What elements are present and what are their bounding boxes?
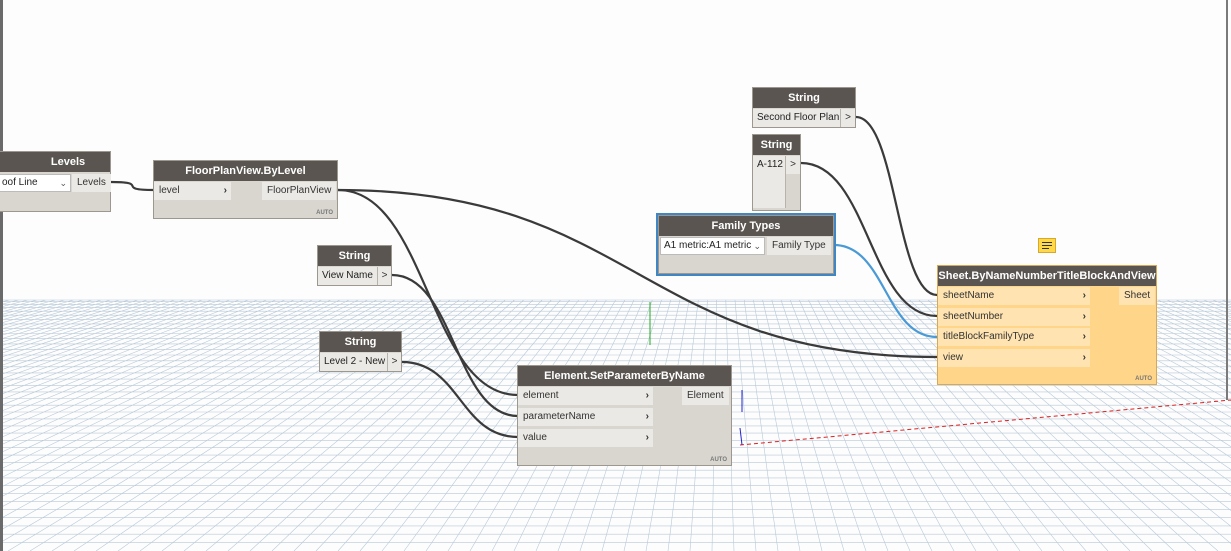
- chevron-right-icon: ›: [1082, 290, 1086, 301]
- output-port[interactable]: >: [378, 267, 391, 285]
- scrollbar[interactable]: [1226, 0, 1228, 400]
- chevron-right-icon: ›: [1082, 311, 1086, 322]
- output-port[interactable]: >: [388, 353, 401, 371]
- port-label: element: [523, 390, 559, 401]
- output-port-element[interactable]: Element: [682, 387, 729, 405]
- string-node-level2[interactable]: String Level 2 - New >: [319, 331, 402, 372]
- input-port-value[interactable]: value ›: [518, 429, 653, 447]
- input-port-level[interactable]: level ›: [154, 182, 231, 200]
- chevron-right-icon: ›: [645, 432, 649, 443]
- family-types-node-title: Family Types: [659, 216, 833, 236]
- input-port-titleblockfamilytype[interactable]: titleBlockFamilyType ›: [938, 328, 1090, 346]
- input-port-element[interactable]: element ›: [518, 387, 653, 405]
- input-port-view[interactable]: view ›: [938, 349, 1090, 367]
- string-input-field[interactable]: View Name: [318, 267, 378, 285]
- string-node-title: String: [320, 332, 401, 352]
- levels-dropdown-value: oof Line: [2, 177, 38, 188]
- input-port-sheetnumber[interactable]: sheetNumber ›: [938, 308, 1090, 326]
- sheet-node-title: Sheet.ByNameNumberTitleBlockAndView: [938, 266, 1156, 286]
- chevron-down-icon: ⌄: [753, 241, 761, 251]
- output-port[interactable]: >: [841, 109, 855, 127]
- lacing-label: AUTO: [1135, 376, 1152, 382]
- floorplan-node-title: FloorPlanView.ByLevel: [154, 161, 337, 181]
- string-input-field[interactable]: Second Floor Plan: [753, 109, 841, 127]
- left-panel-edge: [0, 0, 3, 551]
- output-port-sheet[interactable]: Sheet: [1119, 287, 1156, 305]
- output-port[interactable]: >: [786, 156, 800, 174]
- comment-icon[interactable]: [1038, 238, 1056, 253]
- port-label: sheetName: [943, 290, 995, 301]
- string-input-field[interactable]: A-112: [753, 156, 786, 208]
- string-node-title: String: [318, 246, 391, 266]
- chevron-right-icon: ›: [1082, 352, 1086, 363]
- port-label: parameterName: [523, 411, 596, 422]
- port-label: view: [943, 352, 964, 363]
- levels-dropdown[interactable]: oof Line ⌄: [0, 174, 71, 192]
- string-input-field[interactable]: Level 2 - New: [320, 353, 388, 371]
- setparam-node-title: Element.SetParameterByName: [518, 366, 731, 386]
- floorplanview-bylevel-node[interactable]: FloorPlanView.ByLevel level › FloorPlanV…: [153, 160, 338, 219]
- levels-node[interactable]: Levels oof Line ⌄ Levels: [0, 151, 111, 212]
- string-node-title: String: [753, 88, 855, 108]
- lacing-label: AUTO: [316, 210, 333, 216]
- chevron-right-icon: ›: [645, 390, 649, 401]
- element-setparameterbyname-node[interactable]: Element.SetParameterByName element › par…: [517, 365, 732, 466]
- input-port-parametername[interactable]: parameterName ›: [518, 408, 653, 426]
- family-types-dropdown-value: A1 metric:A1 metric: [664, 240, 752, 251]
- string-node-second-floor-plan[interactable]: String Second Floor Plan >: [752, 87, 856, 128]
- port-label: sheetNumber: [943, 311, 1004, 322]
- chevron-right-icon: ›: [223, 185, 227, 196]
- string-node-viewname[interactable]: String View Name >: [317, 245, 392, 286]
- levels-node-title: Levels: [0, 152, 110, 172]
- family-types-dropdown[interactable]: A1 metric:A1 metric ⌄: [660, 237, 765, 255]
- string-node-title: String: [753, 135, 800, 155]
- chevron-right-icon: ›: [1082, 331, 1086, 342]
- output-port-family-type[interactable]: Family Type: [767, 237, 831, 255]
- port-label: value: [523, 432, 547, 443]
- lacing-label: AUTO: [710, 457, 727, 463]
- chevron-right-icon: ›: [645, 411, 649, 422]
- output-port-floorplanview[interactable]: FloorPlanView: [262, 182, 337, 200]
- port-label: titleBlockFamilyType: [943, 331, 1035, 342]
- string-node-a112[interactable]: String A-112 >: [752, 134, 801, 211]
- levels-output-port[interactable]: Levels: [72, 174, 111, 192]
- sheet-bynamenumbertitleblockandview-node[interactable]: Sheet.ByNameNumberTitleBlockAndView shee…: [937, 265, 1157, 385]
- chevron-down-icon: ⌄: [59, 178, 67, 188]
- input-port-sheetname[interactable]: sheetName ›: [938, 287, 1090, 305]
- port-label: level: [159, 185, 180, 196]
- family-types-node[interactable]: Family Types A1 metric:A1 metric ⌄ Famil…: [656, 213, 836, 276]
- workspace-canvas[interactable]: Levels oof Line ⌄ Levels FloorPlanView.B…: [0, 0, 1231, 551]
